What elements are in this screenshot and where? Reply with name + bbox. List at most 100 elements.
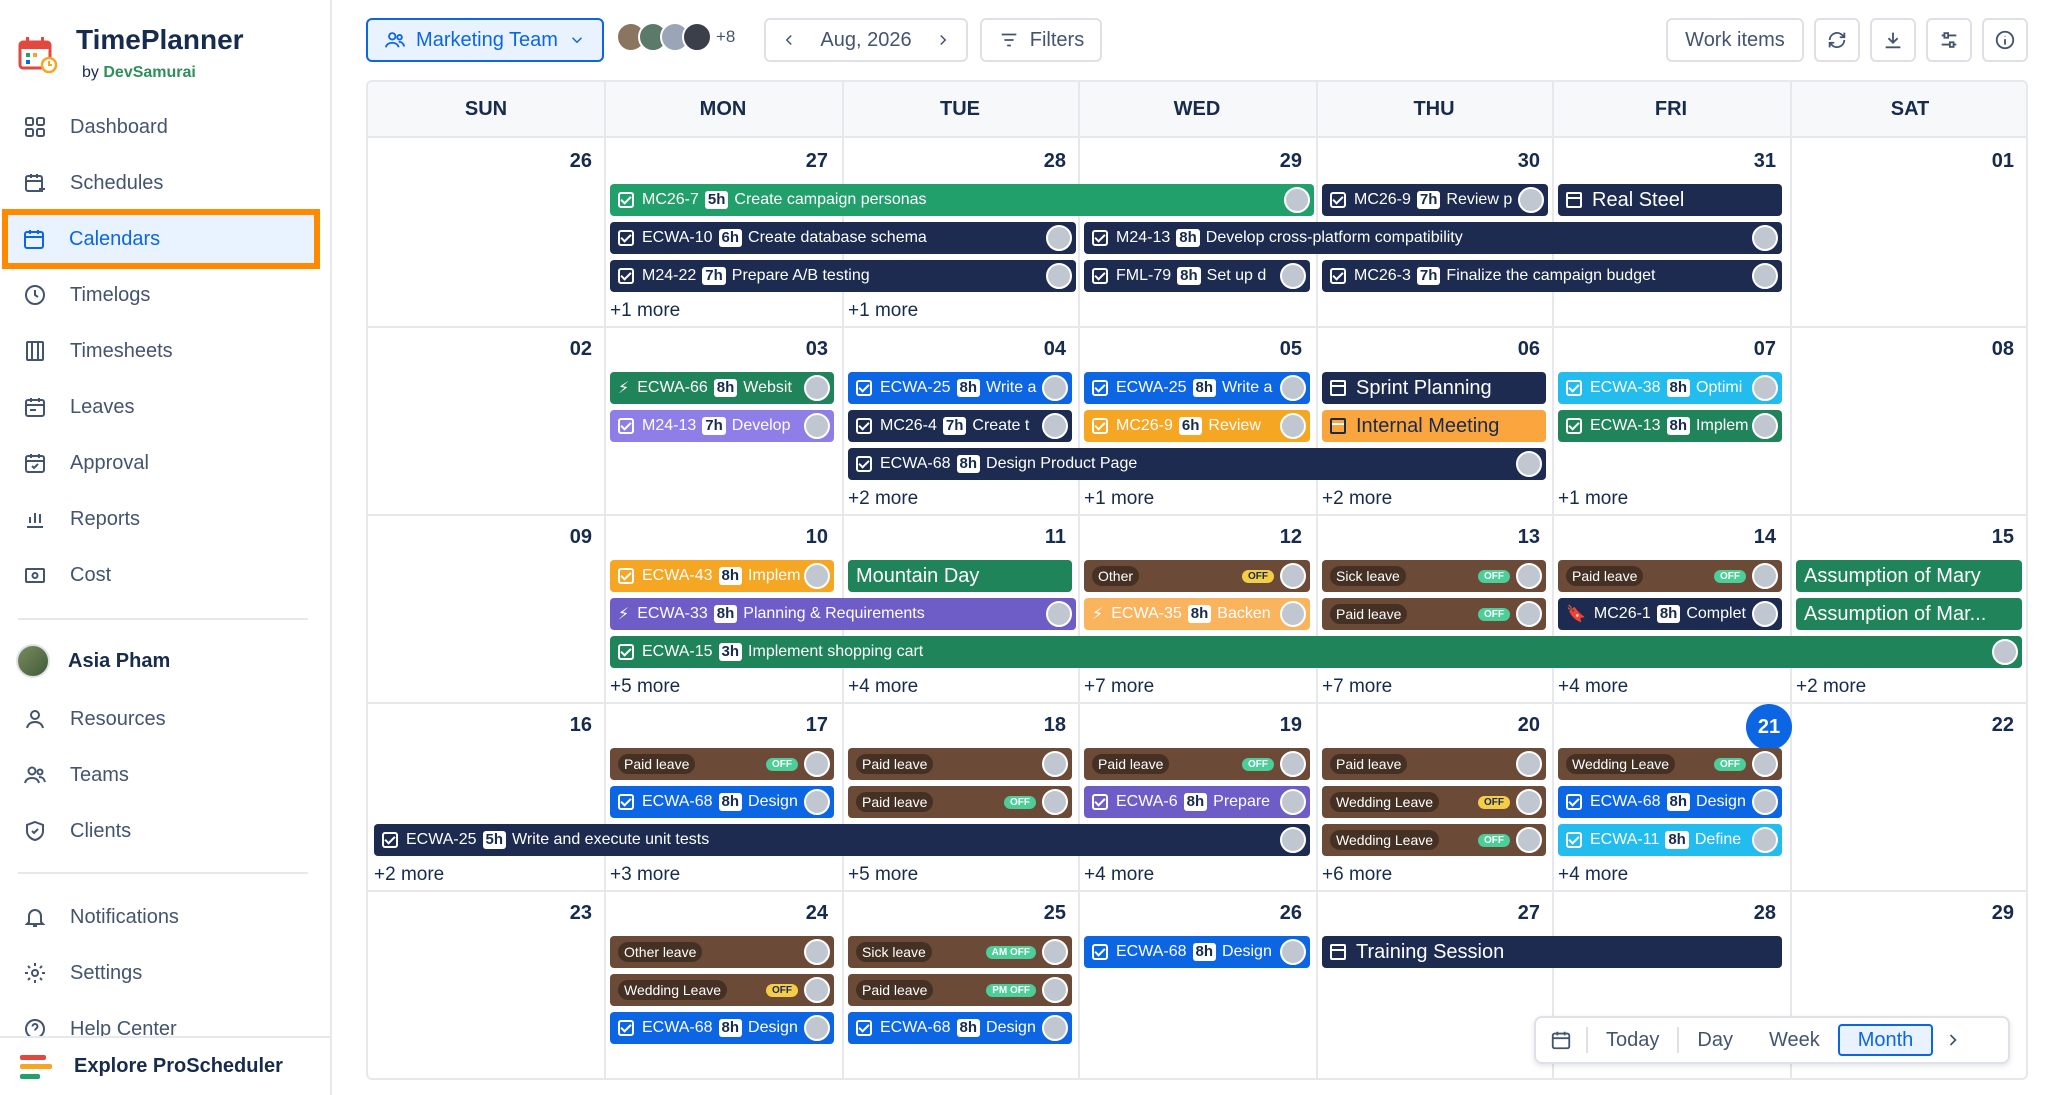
more-events-link[interactable]: +1 more bbox=[1558, 488, 1628, 510]
leave-event[interactable]: Wedding Leave OFF bbox=[610, 974, 834, 1006]
work-item-event[interactable]: ECWA-68 8h Design bbox=[848, 1012, 1072, 1044]
leave-event[interactable]: Paid leave OFF bbox=[848, 786, 1072, 818]
leave-event[interactable]: Wedding Leave OFF bbox=[1322, 824, 1546, 856]
more-events-link[interactable]: +4 more bbox=[1084, 864, 1154, 886]
week-view-button[interactable]: Week bbox=[1751, 1024, 1838, 1056]
nav-clients[interactable]: Clients bbox=[6, 806, 316, 856]
leave-event[interactable]: Paid leave OFF bbox=[1084, 748, 1310, 780]
holiday-event[interactable]: Assumption of Mar... bbox=[1796, 598, 2022, 630]
month-view-button[interactable]: Month bbox=[1837, 1024, 1934, 1056]
leave-event[interactable]: Paid leave PM OFF bbox=[848, 974, 1072, 1006]
more-events-link[interactable]: +4 more bbox=[1558, 864, 1628, 886]
more-events-link[interactable]: +2 more bbox=[848, 488, 918, 510]
work-item-event[interactable]: ⚡ ECWA-66 8h Websit bbox=[610, 372, 834, 404]
meeting-event[interactable]: Internal Meeting bbox=[1322, 410, 1546, 442]
leave-event[interactable]: Paid leave OFF bbox=[1558, 560, 1782, 592]
nav-calendars[interactable]: Calendars bbox=[2, 209, 320, 269]
more-events-link[interactable]: +4 more bbox=[1558, 676, 1628, 698]
explore-proscheduler[interactable]: Explore ProScheduler bbox=[0, 1036, 330, 1095]
leave-event[interactable]: Wedding Leave OFF bbox=[1558, 748, 1782, 780]
download-button[interactable] bbox=[1870, 18, 1916, 62]
leave-event[interactable]: Paid leave OFF bbox=[610, 748, 834, 780]
leave-event[interactable]: Other leave bbox=[610, 936, 834, 968]
work-item-event[interactable]: ECWA-43 8h Implem bbox=[610, 560, 834, 592]
nav-approval[interactable]: Approval bbox=[6, 438, 316, 488]
work-item-event[interactable]: ECWA-68 8h Design bbox=[610, 1012, 834, 1044]
leave-event[interactable]: Sick leave OFF bbox=[1322, 560, 1546, 592]
leave-event[interactable]: Paid leave bbox=[848, 748, 1072, 780]
nav-resources[interactable]: Resources bbox=[6, 694, 316, 744]
chevron-left-icon[interactable] bbox=[780, 29, 798, 51]
work-item-event[interactable]: ECWA-6 8h Prepare bbox=[1084, 786, 1310, 818]
chevron-right-icon[interactable] bbox=[934, 29, 952, 51]
holiday-event[interactable]: Mountain Day bbox=[848, 560, 1072, 592]
leave-event[interactable]: Paid leave bbox=[1322, 748, 1546, 780]
today-button[interactable]: Today bbox=[1588, 1024, 1677, 1056]
day-view-button[interactable]: Day bbox=[1679, 1024, 1751, 1056]
more-events-link[interactable]: +7 more bbox=[1084, 676, 1154, 698]
work-item-event[interactable]: ECWA-68 8h Design bbox=[1558, 786, 1782, 818]
work-item-event[interactable]: ⚡ ECWA-33 8h Planning & Requirements bbox=[610, 598, 1076, 630]
user-profile[interactable]: Asia Pham bbox=[16, 644, 170, 678]
nav-schedules[interactable]: Schedules bbox=[6, 158, 316, 208]
leave-event[interactable]: Paid leave OFF bbox=[1322, 598, 1546, 630]
work-item-event[interactable]: ECWA-68 8h Design bbox=[1084, 936, 1310, 968]
more-events-link[interactable]: +6 more bbox=[1322, 864, 1392, 886]
leave-event[interactable]: Wedding Leave OFF bbox=[1322, 786, 1546, 818]
work-item-event[interactable]: ECWA-68 8h Design bbox=[610, 786, 834, 818]
work-item-event[interactable]: ECWA-10 6h Create database schema bbox=[610, 222, 1076, 254]
work-item-event[interactable]: FML-79 8h Set up d bbox=[1084, 260, 1310, 292]
work-item-event[interactable]: ⚡ ECWA-35 8h Backen bbox=[1084, 598, 1310, 630]
meeting-event[interactable]: Real Steel bbox=[1558, 184, 1782, 216]
work-item-event[interactable]: ECWA-68 8h Design Product Page bbox=[848, 448, 1546, 480]
nav-dashboard[interactable]: Dashboard bbox=[6, 102, 316, 152]
work-item-event[interactable]: ECWA-11 8h Define bbox=[1558, 824, 1782, 856]
filters-button[interactable]: Filters bbox=[980, 18, 1102, 62]
holiday-event[interactable]: Assumption of Mary bbox=[1796, 560, 2022, 592]
date-picker-button[interactable] bbox=[1536, 1024, 1586, 1056]
more-events-link[interactable]: +4 more bbox=[848, 676, 918, 698]
nav-leaves[interactable]: Leaves bbox=[6, 382, 316, 432]
nav-timesheets[interactable]: Timesheets bbox=[6, 326, 316, 376]
work-item-event[interactable]: ECWA-38 8h Optimi bbox=[1558, 372, 1782, 404]
work-item-event[interactable]: MC26-4 7h Create t bbox=[848, 410, 1072, 442]
work-item-event[interactable]: MC26-7 5h Create campaign personas bbox=[610, 184, 1314, 216]
nav-notifications[interactable]: Notifications bbox=[6, 892, 316, 942]
leave-event[interactable]: Other OFF bbox=[1084, 560, 1310, 592]
work-item-event[interactable]: M24-13 8h Develop cross-platform compati… bbox=[1084, 222, 1782, 254]
nav-reports[interactable]: Reports bbox=[6, 494, 316, 544]
work-item-event[interactable]: ECWA-15 3h Implement shopping cart bbox=[610, 636, 2022, 668]
work-item-event[interactable]: ECWA-25 8h Write a bbox=[848, 372, 1072, 404]
work-item-event[interactable]: M24-13 7h Develop bbox=[610, 410, 834, 442]
work-item-event[interactable]: 🔖 MC26-1 8h Complet bbox=[1558, 598, 1782, 630]
more-events-link[interactable]: +1 more bbox=[848, 300, 918, 322]
work-item-event[interactable]: ECWA-13 8h Implem bbox=[1558, 410, 1782, 442]
work-item-event[interactable]: ECWA-25 8h Write a bbox=[1084, 372, 1310, 404]
more-events-link[interactable]: +7 more bbox=[1322, 676, 1392, 698]
more-events-link[interactable]: +2 more bbox=[1322, 488, 1392, 510]
nav-cost[interactable]: Cost bbox=[6, 550, 316, 600]
nav-settings[interactable]: Settings bbox=[6, 948, 316, 998]
nav-timelogs[interactable]: Timelogs bbox=[6, 270, 316, 320]
more-events-link[interactable]: +2 more bbox=[1796, 676, 1866, 698]
leave-event[interactable]: Sick leave AM OFF bbox=[848, 936, 1072, 968]
info-button[interactable] bbox=[1982, 18, 2028, 62]
more-events-link[interactable]: +5 more bbox=[848, 864, 918, 886]
more-events-link[interactable]: +5 more bbox=[610, 676, 680, 698]
more-events-link[interactable]: +1 more bbox=[610, 300, 680, 322]
work-item-event[interactable]: MC26-3 7h Finalize the campaign budget bbox=[1322, 260, 1782, 292]
nav-teams[interactable]: Teams bbox=[6, 750, 316, 800]
team-select[interactable]: Marketing Team bbox=[366, 18, 604, 62]
team-members[interactable]: +8 bbox=[616, 22, 735, 52]
meeting-event[interactable]: Sprint Planning bbox=[1322, 372, 1546, 404]
work-item-event[interactable]: MC26-9 7h Review p bbox=[1322, 184, 1548, 216]
refresh-button[interactable] bbox=[1814, 18, 1860, 62]
more-events-link[interactable]: +3 more bbox=[610, 864, 680, 886]
more-events-link[interactable]: +1 more bbox=[1084, 488, 1154, 510]
next-button[interactable] bbox=[1933, 1024, 1973, 1056]
work-item-event[interactable]: MC26-9 6h Review bbox=[1084, 410, 1310, 442]
more-events-link[interactable]: +2 more bbox=[374, 864, 444, 886]
work-items-button[interactable]: Work items bbox=[1666, 18, 1804, 62]
work-item-event[interactable]: ECWA-25 5h Write and execute unit tests bbox=[374, 824, 1310, 856]
meeting-event[interactable]: Training Session bbox=[1322, 936, 1782, 968]
